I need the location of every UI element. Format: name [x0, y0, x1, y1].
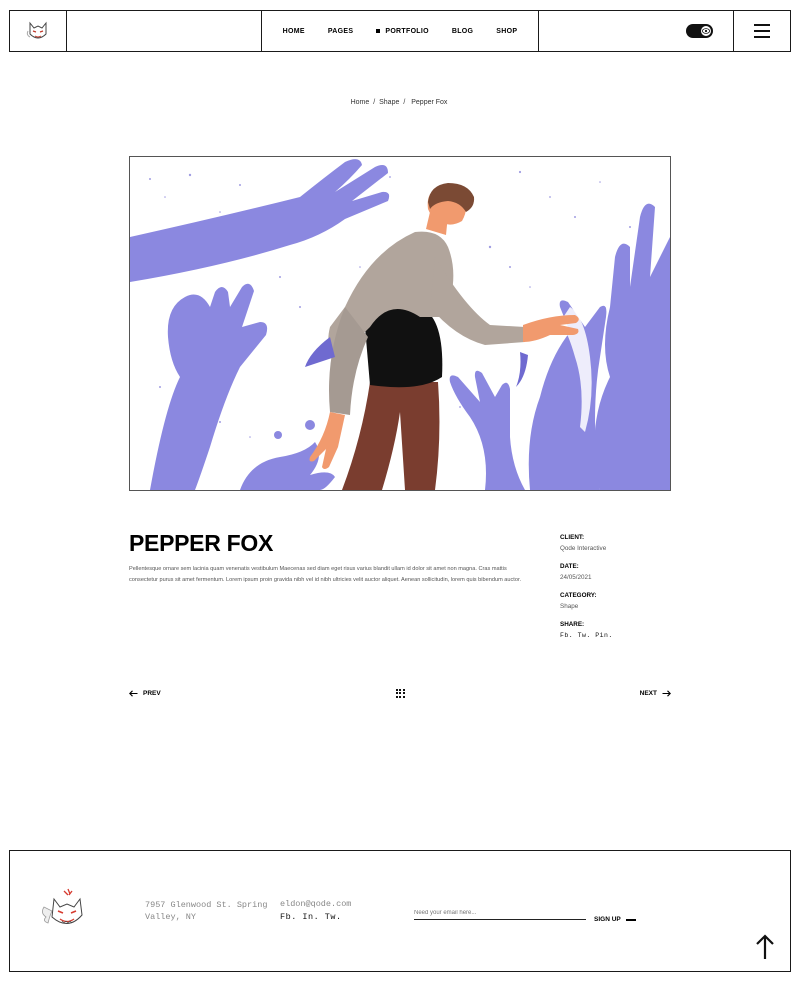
signup-button[interactable]: SIGN UP [594, 916, 636, 923]
project-description: Pellentesque ornare sem lacinia quam ven… [129, 566, 522, 584]
prev-button[interactable]: PREV [129, 690, 161, 697]
meta-category-label: CATEGORY: [560, 592, 597, 599]
footer-logo[interactable] [40, 885, 92, 940]
nav-pages[interactable]: PAGES [316, 28, 365, 35]
hands-illustration [130, 157, 670, 490]
breadcrumb-category[interactable]: Shape [379, 99, 399, 106]
footer-email[interactable]: eldon@qode.com [280, 899, 351, 909]
site-header: HOME PAGES PORTFOLIO BLOG SHOP [9, 10, 791, 52]
header-tools [539, 11, 734, 51]
theme-toggle[interactable] [686, 24, 713, 38]
breadcrumb-home[interactable]: Home [351, 99, 370, 106]
footer-address: 7957 Glenwood St. Spring Valley, NY [145, 900, 268, 922]
nav-home[interactable]: HOME [271, 28, 316, 35]
meta-date-label: DATE: [560, 563, 579, 570]
newsletter-email-input[interactable] [414, 909, 586, 920]
meta-date-value: 24/05/2021 [560, 574, 592, 581]
breadcrumb-separator: / [373, 99, 376, 106]
meta-client-label: CLIENT: [560, 534, 585, 541]
project-pager: PREV NEXT [129, 686, 671, 700]
nav-shop[interactable]: SHOP [485, 28, 529, 35]
grid-view-icon[interactable] [395, 688, 405, 698]
arrow-left-icon [129, 689, 138, 697]
breadcrumb-current: Pepper Fox [411, 99, 448, 106]
main-nav: HOME PAGES PORTFOLIO BLOG SHOP [262, 11, 539, 51]
back-to-top-button[interactable] [754, 933, 776, 961]
project-hero-image [129, 156, 671, 491]
meta-client-value: Qode Interactive [560, 545, 607, 552]
nav-blog[interactable]: BLOG [440, 28, 484, 35]
breadcrumb-separator: / [403, 99, 406, 106]
next-button[interactable]: NEXT [640, 690, 671, 697]
eye-icon [701, 26, 711, 36]
meta-date: DATE: 24/05/2021 [560, 563, 680, 581]
nav-portfolio[interactable]: PORTFOLIO [365, 28, 441, 35]
meta-share-label: SHARE: [560, 621, 585, 628]
fox-logo-icon [42, 888, 83, 924]
meta-category: CATEGORY: Shape [560, 592, 680, 610]
arrow-up-icon [756, 934, 774, 959]
active-indicator [376, 29, 381, 33]
menu-button[interactable] [734, 11, 790, 51]
prev-label: PREV [143, 689, 161, 697]
breadcrumb: Home / Shape / Pepper Fox [0, 99, 800, 106]
next-label: NEXT [639, 689, 657, 697]
project-title: PEPPER FOX [129, 530, 273, 556]
site-footer: 7957 Glenwood St. Spring Valley, NY eldo… [9, 850, 791, 972]
arrow-right-icon [662, 689, 671, 697]
signup-line [625, 918, 636, 921]
header-spacer [67, 11, 262, 51]
signup-label: SIGN UP [594, 916, 621, 923]
meta-share: SHARE: Fb. Tw. Pin. [560, 621, 680, 639]
meta-client: CLIENT: Qode Interactive [560, 534, 680, 552]
share-links[interactable]: Fb. Tw. Pin. [560, 632, 680, 639]
header-logo[interactable] [10, 11, 67, 51]
project-meta: CLIENT: Qode Interactive DATE: 24/05/202… [560, 534, 680, 650]
fox-logo-icon [26, 21, 47, 39]
hamburger-icon [754, 24, 770, 38]
meta-category-value[interactable]: Shape [560, 603, 680, 610]
footer-social-links[interactable]: Fb. In. Tw. [280, 912, 342, 922]
